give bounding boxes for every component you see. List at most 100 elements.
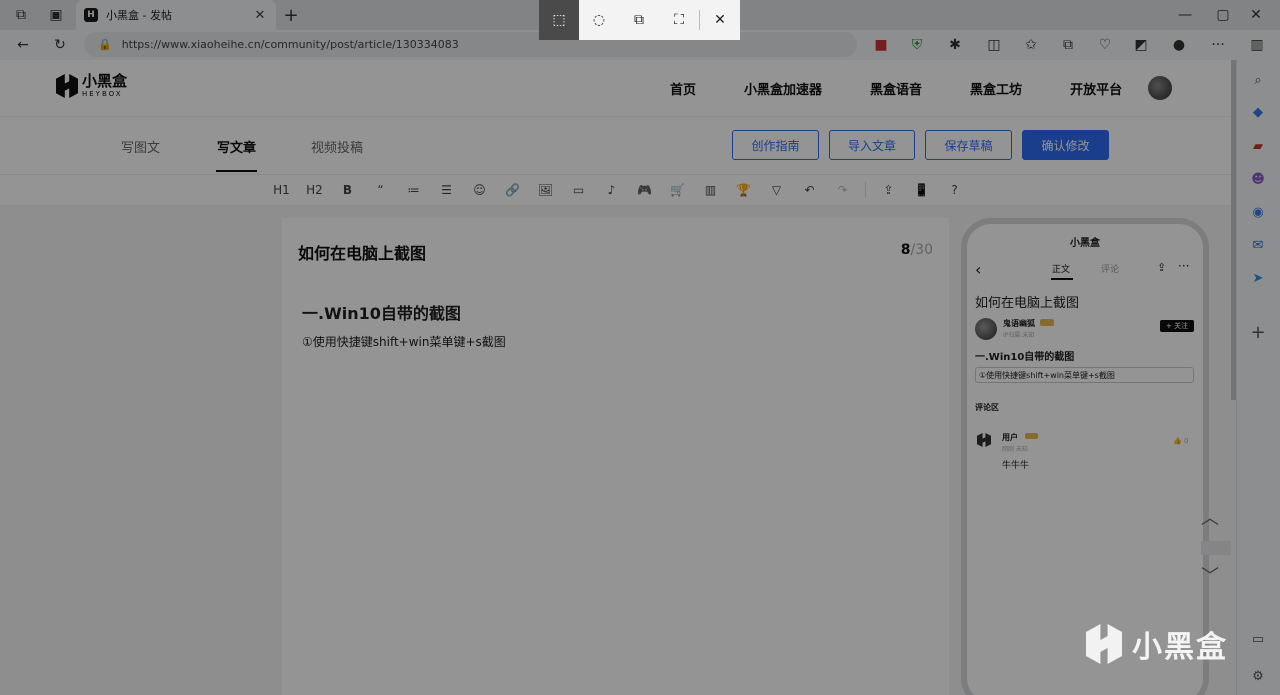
- refresh-icon[interactable]: ↻: [47, 32, 73, 58]
- link-icon[interactable]: 🔗: [496, 176, 529, 204]
- search-icon[interactable]: ⌕: [1246, 68, 1270, 92]
- preview-title: 如何在电脑上截图: [975, 296, 1080, 311]
- heybox-logo-icon: [56, 74, 78, 98]
- rectangle-snip-icon[interactable]: ⬚: [539, 0, 579, 40]
- tab-title: 小黑盒 - 发帖: [106, 9, 172, 22]
- lock-icon[interactable]: 🔒: [98, 38, 112, 51]
- nav-open-platform[interactable]: 开放平台: [1070, 79, 1122, 98]
- music-icon[interactable]: ♪: [595, 176, 628, 204]
- settings-gear-icon[interactable]: ⚙: [1246, 664, 1270, 688]
- preview-logo: 小黑盒: [1070, 238, 1100, 249]
- guide-button[interactable]: 创作指南: [732, 130, 819, 160]
- upload-icon[interactable]: ⇪: [872, 176, 905, 204]
- collections-icon[interactable]: ⧉: [1055, 32, 1081, 58]
- preview-scroll-down-icon[interactable]: ﹀: [1198, 563, 1222, 587]
- user-avatar[interactable]: [1148, 76, 1172, 100]
- copilot-icon[interactable]: ◩: [1128, 32, 1154, 58]
- tag-icon[interactable]: ◆: [1246, 100, 1270, 124]
- preview-scroll-handle[interactable]: [1201, 541, 1231, 555]
- people-icon[interactable]: ☻: [1246, 167, 1270, 191]
- preview-tab-main[interactable]: 正文: [1052, 262, 1070, 275]
- trophy-icon[interactable]: 🏆: [727, 176, 760, 204]
- image-icon[interactable]: 🖼: [529, 176, 562, 204]
- back-icon[interactable]: ←: [10, 32, 36, 58]
- profile-icon[interactable]: ●: [1166, 32, 1192, 58]
- preview-commenter-name: 用户: [1002, 433, 1018, 442]
- tab-actions-icon[interactable]: ▣: [43, 2, 69, 28]
- workspaces-icon[interactable]: ⧉: [8, 2, 34, 28]
- preview-back-icon[interactable]: ‹: [975, 260, 981, 279]
- preview-like-count[interactable]: 👍 0: [1173, 437, 1188, 445]
- more-icon[interactable]: ···: [1205, 32, 1231, 58]
- heybox-logo[interactable]: 小黑盒 HEYBOX: [56, 74, 127, 98]
- nav-home[interactable]: 首页: [670, 79, 696, 98]
- extension-red-icon[interactable]: ■: [868, 32, 894, 58]
- game-icon[interactable]: 🎮: [628, 176, 661, 204]
- sidebar-toggle-icon[interactable]: ▥: [1244, 32, 1270, 58]
- preview-scroll-up-icon[interactable]: ︿: [1198, 505, 1222, 529]
- tab-image-post[interactable]: 写图文: [121, 137, 160, 156]
- heading2-icon[interactable]: H2: [298, 176, 331, 204]
- preview-follow-button[interactable]: + 关注: [1160, 320, 1195, 332]
- preview-more-icon[interactable]: ···: [1178, 259, 1189, 273]
- window-snip-icon[interactable]: ⧉: [619, 0, 659, 40]
- title-counter: 8/30: [901, 242, 933, 258]
- undo-icon[interactable]: ↶: [793, 176, 826, 204]
- title-count-max: /30: [910, 242, 933, 258]
- screen-icon[interactable]: ▭: [1246, 627, 1270, 651]
- vote-icon[interactable]: ▽: [760, 176, 793, 204]
- article-paragraph[interactable]: ①使用快捷键shift+win菜单键+s截图: [302, 333, 506, 350]
- ordered-list-icon[interactable]: ≔: [397, 176, 430, 204]
- save-draft-button[interactable]: 保存草稿: [925, 130, 1012, 160]
- new-tab-button[interactable]: +: [278, 2, 304, 28]
- editor-area[interactable]: 如何在电脑上截图 8/30 一.Win10自带的截图 ①使用快捷键shift+w…: [282, 218, 949, 695]
- tab-close-icon[interactable]: ✕: [252, 7, 268, 23]
- preview-level-badge: [1040, 319, 1054, 326]
- fullscreen-snip-icon[interactable]: ⛶: [659, 0, 699, 40]
- minimize-icon[interactable]: —: [1172, 2, 1198, 28]
- unordered-list-icon[interactable]: ☰: [430, 176, 463, 204]
- freeform-snip-icon[interactable]: ◌: [579, 0, 619, 40]
- m365-icon[interactable]: ◉: [1246, 200, 1270, 224]
- snip-close-icon[interactable]: ✕: [700, 0, 740, 40]
- video-icon[interactable]: ▭: [562, 176, 595, 204]
- nav-accelerator[interactable]: 小黑盒加速器: [744, 79, 822, 98]
- preview-author-avatar: [975, 318, 997, 340]
- nav-voice[interactable]: 黑盒语音: [870, 79, 922, 98]
- split-screen-icon[interactable]: ◫: [981, 32, 1007, 58]
- extensions-icon[interactable]: ✱: [942, 32, 968, 58]
- preview-comment-text: 牛牛牛: [1002, 461, 1030, 471]
- shop-icon[interactable]: 🛒: [661, 176, 694, 204]
- toolbox-icon[interactable]: ▰: [1246, 134, 1270, 158]
- help-icon[interactable]: ?: [938, 176, 971, 204]
- page: 小黑盒 HEYBOX 首页 小黑盒加速器 黑盒语音 黑盒工坊 开放平台 写图文 …: [0, 60, 1236, 695]
- extension-shield-icon[interactable]: ⛨: [904, 32, 930, 58]
- heading1-icon[interactable]: H1: [265, 176, 298, 204]
- phone-preview-icon[interactable]: 📱: [905, 176, 938, 204]
- favorites-icon[interactable]: ✩: [1018, 32, 1044, 58]
- post-title[interactable]: 如何在电脑上截图: [298, 240, 426, 264]
- tab-article[interactable]: 写文章: [217, 137, 256, 156]
- outlook-icon[interactable]: ✉: [1246, 233, 1270, 257]
- bold-icon[interactable]: B: [331, 176, 364, 204]
- emoji-icon[interactable]: ☺: [463, 176, 496, 204]
- window-close-icon[interactable]: ✕: [1243, 2, 1269, 28]
- confirm-button[interactable]: 确认修改: [1022, 130, 1109, 160]
- redo-icon[interactable]: ↷: [826, 176, 859, 204]
- tab-video[interactable]: 视频投稿: [311, 137, 363, 156]
- browser-essentials-icon[interactable]: ♡: [1092, 32, 1118, 58]
- send-icon[interactable]: ➤: [1246, 266, 1270, 290]
- quote-icon[interactable]: “: [364, 176, 397, 204]
- preview-author-sub: IP归属:未知: [1003, 332, 1035, 339]
- maximize-icon[interactable]: ▢: [1210, 2, 1236, 28]
- add-sidebar-icon[interactable]: +: [1246, 320, 1270, 344]
- article-heading[interactable]: 一.Win10自带的截图: [302, 300, 461, 324]
- browser-tab[interactable]: H 小黑盒 - 发帖 ✕: [76, 0, 276, 30]
- nav-workshop[interactable]: 黑盒工坊: [970, 79, 1022, 98]
- preview-share-icon[interactable]: ⇪: [1157, 261, 1166, 274]
- preview-tab-comments[interactable]: 评论: [1101, 262, 1119, 275]
- table-icon[interactable]: ▥: [694, 176, 727, 204]
- import-article-button[interactable]: 导入文章: [829, 130, 915, 160]
- preview-commenter-sub: 刚刚 未知: [1002, 446, 1028, 453]
- address-bar[interactable]: 🔒 https://www.xiaoheihe.cn/community/pos…: [84, 32, 857, 57]
